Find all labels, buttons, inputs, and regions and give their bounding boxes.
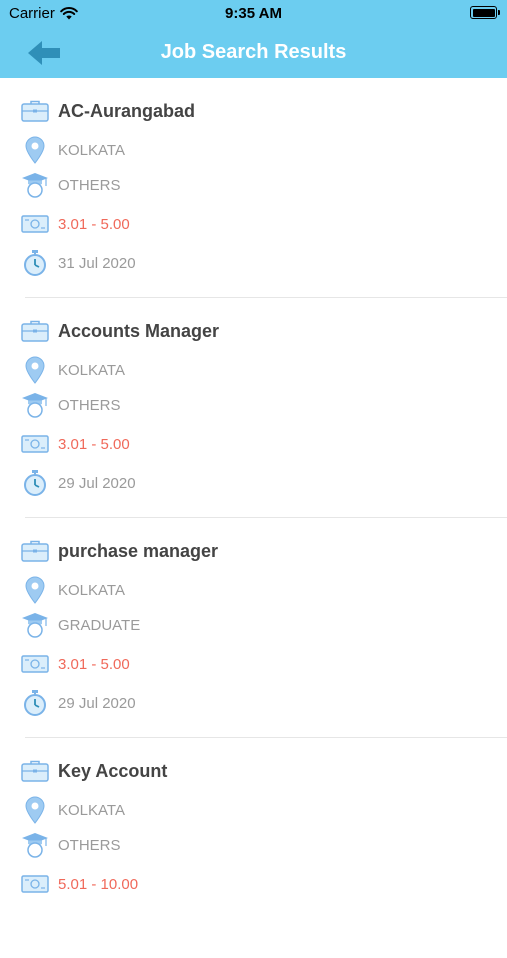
job-title-row: AC-Aurangabad bbox=[20, 96, 195, 126]
location-pin-icon bbox=[20, 795, 50, 825]
stopwatch-icon bbox=[20, 248, 50, 278]
location-pin-icon bbox=[20, 575, 50, 605]
job-title: AC-Aurangabad bbox=[58, 100, 196, 121]
job-title-row: purchase manager bbox=[20, 536, 218, 566]
job-qualification: OTHERS bbox=[58, 836, 121, 854]
location-row: KOLKATA bbox=[20, 795, 125, 825]
job-title: purchase manager bbox=[58, 540, 219, 561]
job-title-row: Accounts Manager bbox=[20, 316, 219, 346]
date-row: 29 Jul 2020 bbox=[20, 688, 136, 718]
job-location: KOLKATA bbox=[58, 801, 125, 819]
graduate-icon bbox=[20, 170, 50, 200]
job-location: KOLKATA bbox=[58, 581, 125, 599]
page-title: Job Search Results bbox=[160, 41, 347, 63]
job-card[interactable]: purchase manager KOLKATA GRADUATE 3.01 -… bbox=[0, 518, 507, 738]
job-salary: 3.01 - 5.00 bbox=[58, 215, 130, 233]
money-icon bbox=[20, 649, 50, 679]
job-qualification: OTHERS bbox=[58, 176, 121, 194]
job-date: 29 Jul 2020 bbox=[58, 474, 136, 492]
salary-row: 3.01 - 5.00 bbox=[20, 209, 130, 239]
graduate-icon bbox=[20, 610, 50, 640]
job-location: KOLKATA bbox=[58, 361, 125, 379]
job-date: 31 Jul 2020 bbox=[58, 254, 136, 272]
briefcase-icon bbox=[20, 316, 50, 346]
job-location: KOLKATA bbox=[58, 141, 125, 159]
stopwatch-icon bbox=[20, 468, 50, 498]
nav-bar: Job Search Results bbox=[0, 28, 507, 78]
qualification-row: OTHERS bbox=[20, 390, 121, 420]
job-card[interactable]: Accounts Manager KOLKATA OTHERS 3.01 - 5… bbox=[0, 298, 507, 518]
job-salary: 5.01 - 10.00 bbox=[58, 875, 139, 893]
job-title: Key Account bbox=[58, 760, 168, 781]
location-row: KOLKATA bbox=[20, 135, 125, 165]
money-icon bbox=[20, 869, 50, 899]
location-pin-icon bbox=[20, 355, 50, 385]
location-row: KOLKATA bbox=[20, 575, 125, 605]
qualification-row: GRADUATE bbox=[20, 610, 140, 640]
job-salary: 3.01 - 5.00 bbox=[58, 655, 130, 673]
salary-row: 5.01 - 10.00 bbox=[20, 869, 138, 899]
status-bar: Carrier 9:35 AM bbox=[0, 0, 507, 28]
stopwatch-icon bbox=[20, 688, 50, 718]
briefcase-icon bbox=[20, 536, 50, 566]
briefcase-icon bbox=[20, 756, 50, 786]
graduate-icon bbox=[20, 830, 50, 860]
date-row: 31 Jul 2020 bbox=[20, 248, 136, 278]
job-title-row: Key Account bbox=[20, 756, 167, 786]
date-row: 29 Jul 2020 bbox=[20, 468, 136, 498]
job-card[interactable]: Key Account KOLKATA OTHERS 5.01 - 10.00 bbox=[0, 738, 507, 958]
app-header: Carrier 9:35 AM Job Search Results bbox=[0, 0, 507, 78]
briefcase-icon bbox=[20, 96, 50, 126]
job-card[interactable]: AC-Aurangabad KOLKATA OTHERS 3.01 - 5.00… bbox=[0, 78, 507, 298]
job-list: AC-Aurangabad KOLKATA OTHERS 3.01 - 5.00… bbox=[0, 78, 507, 958]
money-icon bbox=[20, 429, 50, 459]
location-pin-icon bbox=[20, 135, 50, 165]
job-salary: 3.01 - 5.00 bbox=[58, 435, 130, 453]
salary-row: 3.01 - 5.00 bbox=[20, 429, 130, 459]
status-time: 9:35 AM bbox=[225, 5, 282, 22]
job-date: 29 Jul 2020 bbox=[58, 694, 136, 712]
battery-icon bbox=[470, 6, 500, 19]
money-icon bbox=[20, 209, 50, 239]
qualification-row: OTHERS bbox=[20, 170, 121, 200]
qualification-row: OTHERS bbox=[20, 830, 121, 860]
job-title: Accounts Manager bbox=[58, 320, 220, 341]
salary-row: 3.01 - 5.00 bbox=[20, 649, 130, 679]
job-qualification: GRADUATE bbox=[58, 616, 141, 634]
location-row: KOLKATA bbox=[20, 355, 125, 385]
job-qualification: OTHERS bbox=[58, 396, 121, 414]
graduate-icon bbox=[20, 390, 50, 420]
